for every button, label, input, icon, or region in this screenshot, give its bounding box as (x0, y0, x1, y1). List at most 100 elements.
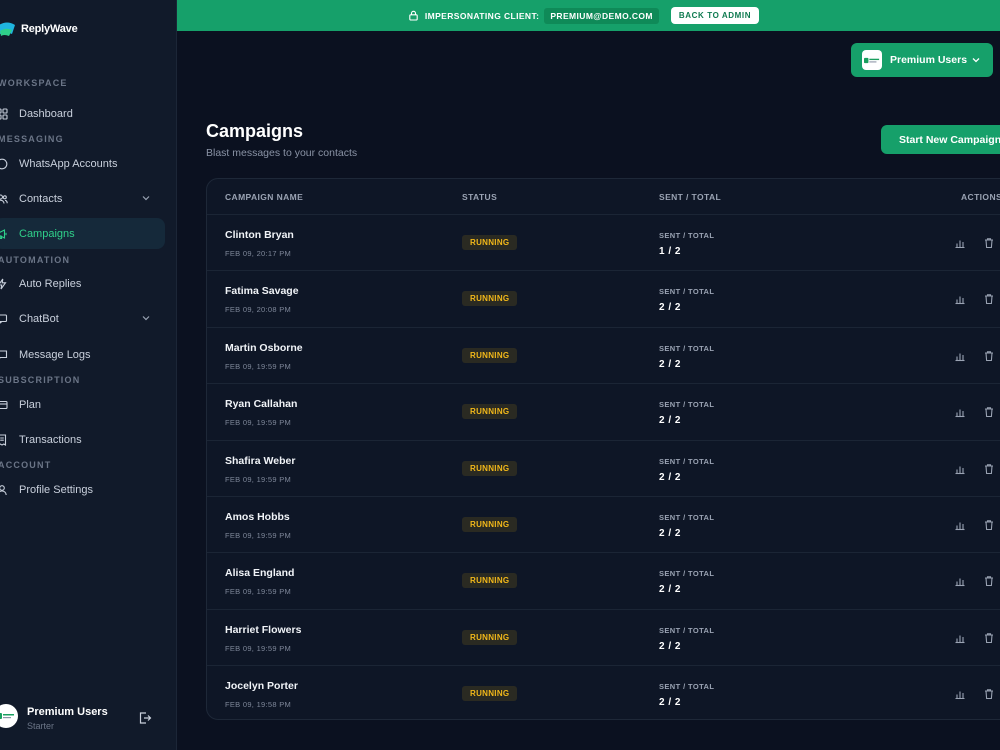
campaign-name[interactable]: Jocelyn Porter (225, 680, 298, 692)
sidebar-item-label: Transactions (19, 433, 82, 446)
impersonation-label: IMPERSONATING CLIENT: (424, 10, 540, 21)
sent-total-label: SENT / TOTAL (659, 231, 715, 240)
sidebar-item-campaigns[interactable]: Campaigns (0, 218, 165, 249)
trash-icon[interactable] (983, 350, 995, 362)
campaign-name[interactable]: Ryan Callahan (225, 398, 297, 410)
chevron-down-icon[interactable] (141, 313, 151, 323)
sent-total-value: 2 / 2 (659, 584, 681, 596)
sent-total-label: SENT / TOTAL (659, 400, 715, 410)
campaign-name[interactable]: Fatima Savage (225, 285, 299, 297)
megaphone-icon (0, 226, 10, 242)
sent-total-value: 1 / 2 (659, 246, 681, 257)
chart-icon[interactable] (954, 406, 966, 418)
campaign-date: FEB 09, 19:59 PM (225, 418, 292, 428)
campaign-name[interactable]: Alisa England (225, 567, 294, 579)
sent-total-value: 2 / 2 (659, 528, 681, 539)
table-row[interactable]: Jocelyn Porter FEB 09, 19:58 PM RUNNING SEN… (207, 665, 1000, 719)
table-row[interactable]: Clinton Bryan FEB 09, 20:17 PM RUNNING SENT… (207, 214, 1000, 270)
sidebar-item-profile-settings[interactable]: Profile Settings (0, 474, 165, 505)
table-row[interactable]: Amos Hobbs FEB 09, 19:59 PM RUNNING SENT / … (207, 496, 1000, 552)
message-log-icon (0, 347, 10, 363)
sidebar-item-plan[interactable]: Plan (0, 389, 165, 420)
table-row[interactable]: Martin Osborne FEB 09, 19:59 PM RUNNING SEN… (207, 326, 1000, 383)
user-plan: Starter (27, 721, 55, 731)
card-icon (0, 397, 10, 413)
trash-icon[interactable] (983, 688, 995, 700)
status-badge: RUNNING (462, 291, 518, 307)
column-header-status: STATUS (462, 192, 498, 202)
chart-icon[interactable] (954, 237, 966, 249)
campaign-name[interactable]: Amos Hobbs (225, 511, 290, 523)
trash-icon[interactable] (983, 463, 995, 475)
chart-icon[interactable] (954, 688, 966, 700)
org-logo (862, 50, 882, 70)
sent-total-value: 2 / 2 (659, 640, 681, 652)
page-title: Campaigns (206, 121, 304, 141)
brand-logo[interactable]: ReplyWave (0, 18, 78, 40)
user-name: Premium Users (27, 706, 108, 718)
chart-icon[interactable] (954, 632, 966, 644)
sidebar-item-contacts[interactable]: Contacts (0, 183, 165, 214)
bolt-icon (0, 276, 10, 292)
column-header-campaign-name: CAMPAIGN NAME (225, 192, 304, 202)
start-new-campaign-button[interactable]: Start New Campaign (881, 125, 1000, 154)
table-row[interactable]: Ryan Callahan FEB 09, 19:59 PM RUNNING SENT… (207, 383, 1000, 439)
status-badge: RUNNING (462, 573, 518, 589)
sidebar-item-whatsapp-accounts[interactable]: WhatsApp Accounts (0, 148, 165, 179)
trash-icon[interactable] (983, 406, 995, 418)
sidebar-item-dashboard[interactable]: Dashboard (0, 98, 165, 129)
chart-icon[interactable] (954, 575, 966, 587)
user-icon (0, 482, 10, 498)
sent-total-value: 2 / 2 (659, 697, 681, 709)
sidebar-item-auto-replies[interactable]: Auto Replies (0, 268, 165, 299)
trash-icon[interactable] (983, 237, 995, 249)
campaign-name[interactable]: Clinton Bryan (225, 229, 294, 241)
sidebar-item-transactions[interactable]: Transactions (0, 424, 165, 455)
org-name: Premium Users (890, 54, 968, 66)
sidebar-item-label: Message Logs (19, 348, 91, 361)
trash-icon[interactable] (983, 519, 995, 531)
back-to-admin-button[interactable]: BACK TO ADMIN (670, 7, 760, 24)
campaign-name[interactable]: Shafira Weber (225, 455, 295, 467)
table-row[interactable]: Alisa England FEB 09, 19:59 PM RUNNING SENT… (207, 552, 1000, 608)
chart-icon[interactable] (954, 463, 966, 475)
campaign-date: FEB 09, 20:17 PM (225, 249, 292, 258)
avatar[interactable] (0, 704, 18, 728)
brand-name: ReplyWave (21, 23, 78, 35)
page-subtitle: Blast messages to your contacts (206, 147, 358, 159)
sidebar-item-label: Profile Settings (19, 483, 93, 496)
status-badge: RUNNING (462, 517, 518, 532)
table-row[interactable]: Fatima Savage FEB 09, 20:08 PM RUNNING SENT… (207, 270, 1000, 326)
sidebar-item-chatbot[interactable]: ChatBot (0, 303, 165, 334)
chat-bubble-icon (0, 156, 10, 172)
section-automation: AUTOMATION (0, 255, 71, 265)
table-row[interactable]: Shafira Weber FEB 09, 19:59 PM RUNNING SENT… (207, 439, 1000, 496)
sidebar-item-label: Auto Replies (19, 277, 82, 290)
campaign-date: FEB 09, 19:58 PM (225, 700, 292, 710)
sidebar-item-label: Contacts (19, 192, 63, 205)
wave-logo-icon (0, 22, 15, 36)
campaign-name[interactable]: Martin Osborne (225, 342, 303, 354)
table-row[interactable]: Harriet Flowers FEB 09, 19:59 PM RUNNING SE… (207, 608, 1000, 665)
sidebar-item-label: Plan (19, 398, 42, 411)
trash-icon[interactable] (983, 575, 995, 587)
bot-icon (0, 311, 10, 327)
org-selector[interactable]: Premium Users (851, 43, 993, 77)
org-logo-icon (864, 57, 880, 63)
campaign-date: FEB 09, 19:59 PM (225, 531, 292, 540)
sent-total-label: SENT / TOTAL (659, 343, 715, 353)
sidebar-item-message-logs[interactable]: Message Logs (0, 339, 165, 370)
trash-icon[interactable] (983, 632, 995, 644)
sent-total-value: 2 / 2 (659, 471, 681, 483)
trash-icon[interactable] (983, 293, 995, 305)
status-badge: RUNNING (462, 686, 518, 702)
campaign-name[interactable]: Harriet Flowers (225, 624, 301, 636)
chart-icon[interactable] (954, 350, 966, 362)
status-badge: RUNNING (462, 460, 518, 476)
chevron-down-icon[interactable] (141, 193, 151, 203)
sent-total-label: SENT / TOTAL (659, 682, 715, 692)
logout-icon[interactable] (138, 711, 152, 725)
impersonated-email: PREMIUM@DEMO.COM (544, 7, 659, 24)
chart-icon[interactable] (954, 519, 966, 531)
chart-icon[interactable] (954, 293, 966, 305)
